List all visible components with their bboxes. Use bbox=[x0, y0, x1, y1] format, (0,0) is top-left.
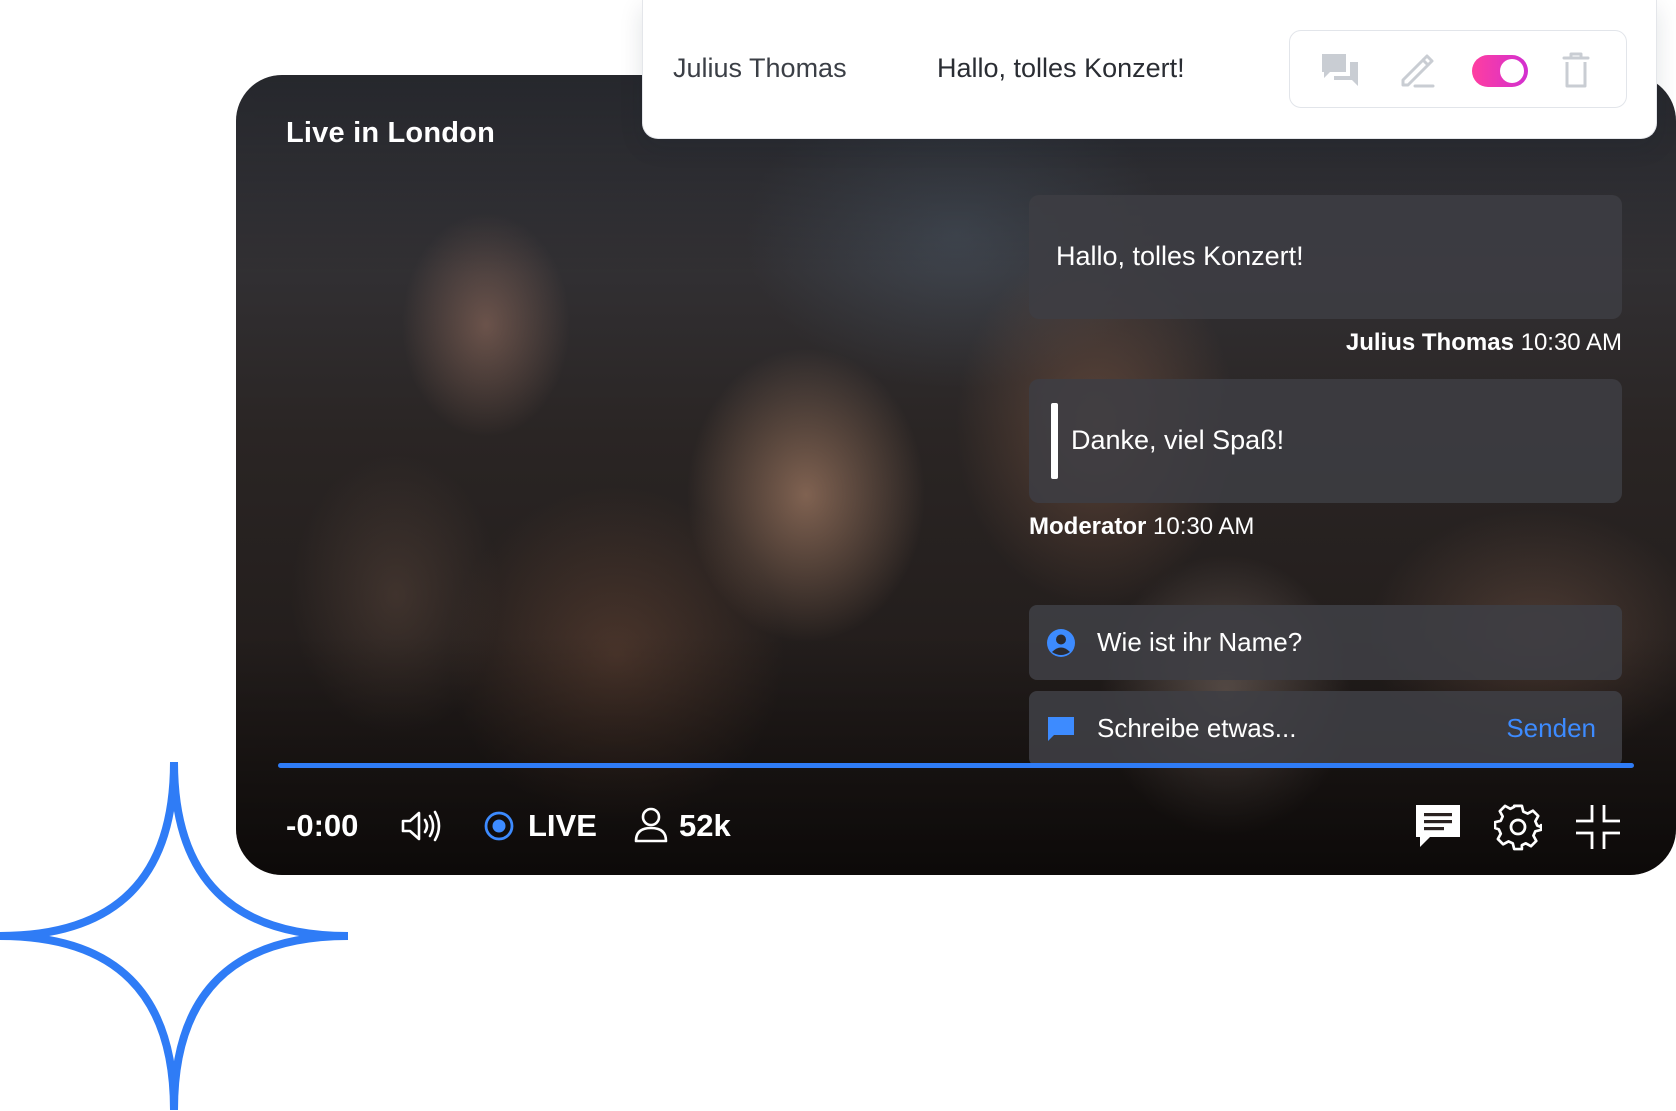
live-label: LIVE bbox=[528, 808, 597, 843]
moderation-actions bbox=[1289, 30, 1627, 108]
settings-gear-icon[interactable] bbox=[1494, 803, 1542, 851]
chat-message-quoted: Danke, viel Spaß! bbox=[1029, 379, 1622, 503]
moderation-user-name: Julius Thomas bbox=[673, 53, 847, 83]
quote-bar bbox=[1051, 403, 1058, 479]
message-bubble-icon bbox=[1046, 714, 1076, 744]
chat-message-meta: Moderator 10:30 AM bbox=[1029, 513, 1254, 541]
viewer-count: 52k bbox=[679, 808, 731, 843]
trash-icon[interactable] bbox=[1556, 50, 1596, 90]
name-input[interactable]: Wie ist ihr Name? bbox=[1029, 605, 1622, 680]
chat-author: Julius Thomas bbox=[1345, 329, 1514, 356]
visibility-toggle[interactable] bbox=[1472, 55, 1528, 87]
reply-icon[interactable] bbox=[1320, 50, 1360, 90]
video-player[interactable]: Live in London Hallo, tolles Konzert! Ju… bbox=[236, 75, 1676, 875]
edit-pencil-icon[interactable] bbox=[1397, 50, 1437, 90]
progress-bar[interactable] bbox=[278, 763, 1634, 768]
message-placeholder: Schreibe etwas... bbox=[1097, 713, 1297, 743]
chat-message-text: Danke, viel Spaß! bbox=[1071, 425, 1285, 455]
chat-author: Moderator bbox=[1029, 513, 1147, 540]
chat-time: 10:30 AM bbox=[1153, 513, 1255, 540]
chat-message-meta: Julius Thomas 10:30 AM bbox=[1346, 329, 1622, 357]
volume-icon[interactable] bbox=[400, 809, 442, 843]
chat-time: 10:30 AM bbox=[1520, 329, 1622, 356]
viewer-icon bbox=[634, 807, 668, 843]
message-input[interactable]: Schreibe etwas... Senden bbox=[1029, 691, 1622, 766]
toggle-knob bbox=[1500, 59, 1524, 83]
user-circle-icon bbox=[1046, 628, 1076, 658]
moderation-card: Julius Thomas Hallo, tolles Konzert! bbox=[642, 0, 1657, 139]
video-title: Live in London bbox=[286, 117, 496, 149]
moderation-message: Hallo, tolles Konzert! bbox=[937, 53, 1185, 83]
chat-message-text: Hallo, tolles Konzert! bbox=[1056, 241, 1304, 271]
control-bar: -0:00 LIVE 52k bbox=[236, 795, 1676, 861]
time-display: -0:00 bbox=[286, 808, 359, 843]
chat-toggle-icon[interactable] bbox=[1414, 803, 1462, 849]
chat-panel: Hallo, tolles Konzert! Julius Thomas 10:… bbox=[1029, 195, 1622, 766]
chat-message: Hallo, tolles Konzert! bbox=[1029, 195, 1622, 319]
name-placeholder: Wie ist ihr Name? bbox=[1097, 627, 1303, 657]
live-indicator-icon bbox=[484, 811, 514, 841]
exit-fullscreen-icon[interactable] bbox=[1574, 803, 1622, 851]
send-button[interactable]: Senden bbox=[1506, 713, 1596, 744]
